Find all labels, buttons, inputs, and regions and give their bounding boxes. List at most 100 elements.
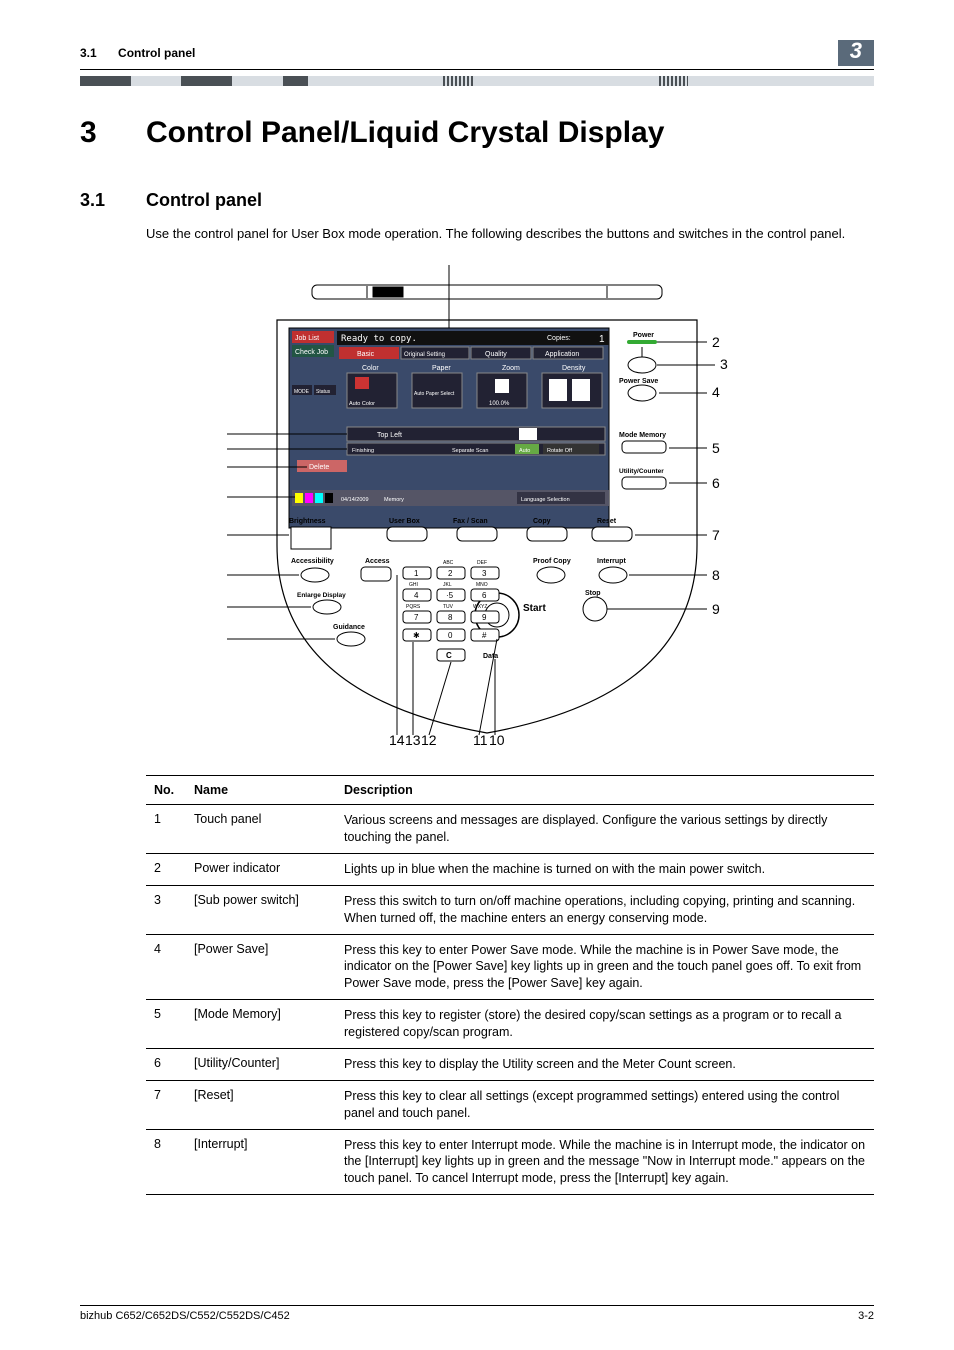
tab-checkjob: Check Job: [295, 349, 328, 356]
callout-6: 6: [712, 475, 720, 491]
tab-status: Status: [316, 389, 331, 395]
section-title: Control panel: [146, 190, 262, 211]
stop-label: Stop: [585, 590, 601, 597]
top-left: Top Left: [377, 432, 402, 439]
screen-status: Ready to copy.: [341, 334, 417, 344]
svg-text:3: 3: [482, 569, 487, 578]
lang-sel: Language Selection: [521, 497, 570, 503]
cell-name: [Power Save]: [186, 934, 336, 1000]
table-row: 5[Mode Memory]Press this key to register…: [146, 1000, 874, 1049]
svg-text:8: 8: [448, 613, 453, 622]
lbl-paper: Paper: [432, 365, 451, 372]
description-table: No. Name Description 1Touch panelVarious…: [146, 775, 874, 1195]
cell-desc: Press this key to clear all settings (ex…: [336, 1080, 874, 1129]
header-section-title: Control panel: [118, 46, 195, 60]
cell-name: [Reset]: [186, 1080, 336, 1129]
lbl-color: Color: [362, 365, 379, 372]
table-row: 7[Reset]Press this key to clear all sett…: [146, 1080, 874, 1129]
callout-12: 12: [421, 732, 437, 745]
svg-text:7: 7: [414, 613, 419, 622]
svg-text:DEF: DEF: [477, 560, 487, 566]
cell-name: Touch panel: [186, 805, 336, 854]
callout-5: 5: [712, 440, 720, 456]
footer-model: bizhub C652/C652DS/C552/C552DS/C452: [80, 1310, 290, 1322]
svg-text:WXYZ: WXYZ: [473, 604, 487, 610]
finishing: Finishing: [352, 448, 374, 454]
sep-scan: Separate Scan: [452, 448, 488, 454]
faxscan-label: Fax / Scan: [453, 518, 488, 525]
cell-no: 1: [146, 805, 186, 854]
decorative-stripe: [80, 76, 874, 86]
cell-name: [Mode Memory]: [186, 1000, 336, 1049]
cell-desc: Press this key to enter Interrupt mode. …: [336, 1129, 874, 1195]
auto-color: Auto Color: [349, 401, 375, 407]
cell-name: [Interrupt]: [186, 1129, 336, 1195]
callout-7: 7: [712, 527, 720, 543]
cell-desc: Press this key to enter Power Save mode.…: [336, 934, 874, 1000]
start-label: Start: [523, 603, 546, 614]
svg-text:2: 2: [448, 569, 453, 578]
svg-text:#: #: [482, 631, 487, 640]
screen-memory: Memory: [384, 497, 404, 503]
rotate-off: Rotate Off: [547, 448, 572, 454]
cell-name: Power indicator: [186, 853, 336, 885]
tab-mode: MODE: [294, 389, 310, 395]
svg-text:4: 4: [414, 591, 419, 600]
mode-memory-label: Mode Memory: [619, 432, 666, 439]
zoom-val: 100.0%: [489, 401, 510, 407]
cell-desc: Lights up in blue when the machine is tu…: [336, 853, 874, 885]
svg-text:6: 6: [482, 591, 487, 600]
cell-desc: Press this switch to turn on/off machine…: [336, 885, 874, 934]
callout-1: 1: [445, 265, 453, 268]
cell-no: 4: [146, 934, 186, 1000]
intro-paragraph: Use the control panel for User Box mode …: [146, 225, 874, 243]
callout-9: 9: [712, 601, 720, 617]
svg-text:ABC: ABC: [443, 560, 454, 566]
callout-11: 11: [473, 732, 488, 745]
lbl-zoom: Zoom: [502, 365, 520, 372]
cell-name: [Sub power switch]: [186, 885, 336, 934]
enlarge-label: Enlarge Display: [297, 592, 346, 599]
svg-text:✱: ✱: [413, 631, 420, 640]
proof-copy-label: Proof Copy: [533, 558, 571, 565]
auto-btn: Auto: [519, 448, 530, 454]
footer-page: 3-2: [858, 1310, 874, 1322]
cell-no: 3: [146, 885, 186, 934]
table-row: 2Power indicatorLights up in blue when t…: [146, 853, 874, 885]
cell-desc: Press this key to register (store) the d…: [336, 1000, 874, 1049]
callout-3: 3: [720, 356, 728, 372]
svg-text:0: 0: [448, 631, 453, 640]
tab-application: Application: [545, 351, 579, 358]
tab-joblist: Job List: [295, 335, 319, 342]
svg-text:TUV: TUV: [443, 604, 454, 610]
guidance-label: Guidance: [333, 624, 365, 631]
callout-14: 14: [389, 732, 405, 745]
control-panel-diagram: Ready to copy. Copies: 1 Job List Check …: [80, 265, 874, 745]
callout-8: 8: [712, 567, 720, 583]
svg-text:GHI: GHI: [409, 582, 418, 588]
table-row: 3[Sub power switch]Press this switch to …: [146, 885, 874, 934]
power-label: Power: [633, 332, 654, 339]
cell-no: 2: [146, 853, 186, 885]
copies-value: 1: [599, 334, 605, 345]
table-row: 1Touch panelVarious screens and messages…: [146, 805, 874, 854]
auto-paper: Auto Paper Select: [414, 391, 455, 397]
callout-2: 2: [712, 334, 720, 350]
th-desc: Description: [336, 776, 874, 805]
chapter-badge: 3: [838, 40, 874, 66]
access-label: Access: [365, 558, 390, 565]
lbl-density: Density: [562, 365, 586, 372]
cell-no: 7: [146, 1080, 186, 1129]
utility-label: Utility/Counter: [619, 468, 664, 475]
delete-btn: Delete: [309, 464, 329, 471]
cell-no: 6: [146, 1048, 186, 1080]
tab-basic: Basic: [357, 351, 375, 358]
section-heading: 3.1 Control panel: [80, 190, 874, 211]
chapter-title: Control Panel/Liquid Crystal Display: [146, 116, 664, 150]
header-section: 3.1 Control panel: [80, 46, 195, 60]
interrupt-label: Interrupt: [597, 558, 626, 565]
svg-text:PQRS: PQRS: [406, 604, 421, 610]
tab-quality: Quality: [485, 351, 507, 358]
cell-no: 5: [146, 1000, 186, 1049]
svg-text:MNO: MNO: [476, 582, 488, 588]
